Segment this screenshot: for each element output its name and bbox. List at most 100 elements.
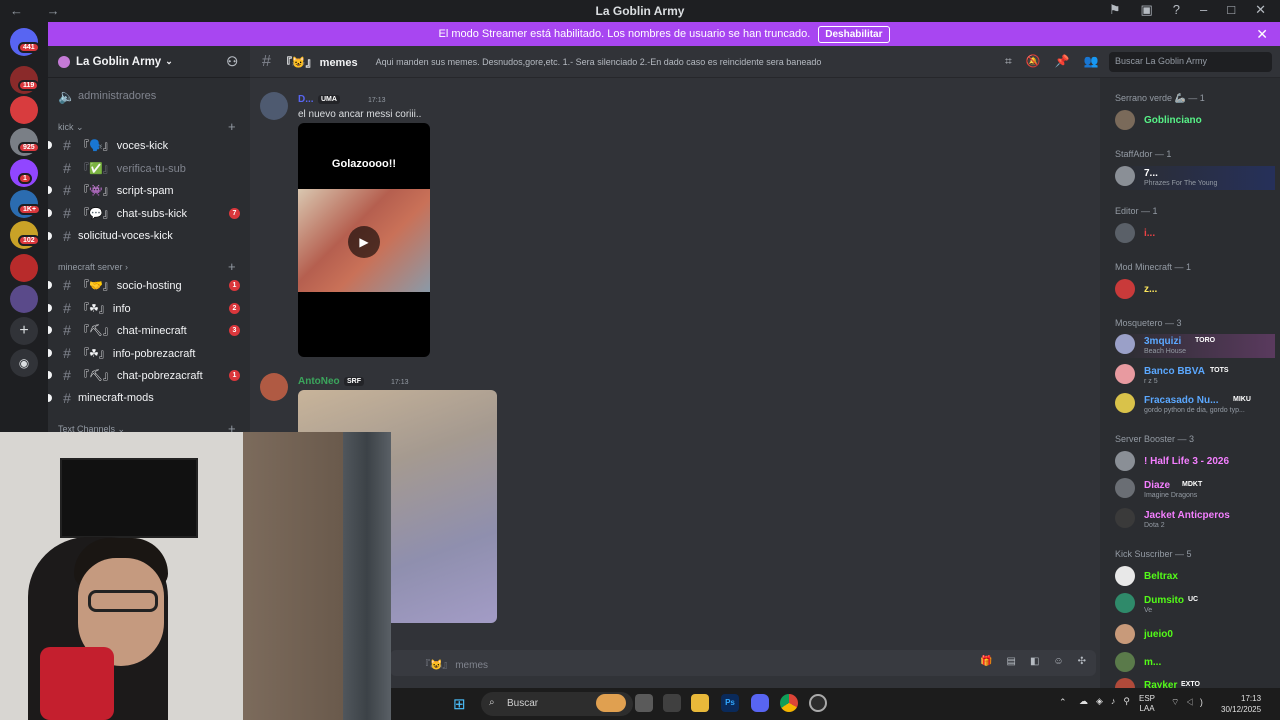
member-item[interactable]: 3mquizi TORO Beach House bbox=[1115, 334, 1275, 358]
channel-chat-minecraft[interactable]: # 『⛏』 chat-minecraft 3 bbox=[48, 320, 250, 340]
language-label: ESP bbox=[1139, 694, 1156, 703]
discover-icon[interactable]: ◉ bbox=[10, 349, 38, 377]
member-status: Dota 2 bbox=[1144, 522, 1165, 529]
avatar bbox=[1115, 652, 1135, 672]
threads-icon[interactable]: ⌗ bbox=[1005, 54, 1012, 69]
member-category: Serrano verde 🦾 — 1 bbox=[1115, 93, 1205, 103]
video-attachment[interactable]: Golazoooo!! ▶ bbox=[298, 123, 430, 357]
app-icon[interactable] bbox=[809, 694, 827, 712]
channel-label: 『👾』 script-spam bbox=[78, 185, 174, 197]
windows-start-icon[interactable]: ⊞ bbox=[453, 695, 466, 713]
pin-icon[interactable]: 📌 bbox=[1055, 54, 1070, 69]
member-item[interactable]: Diaze MDKT Imagine Dragons bbox=[1115, 478, 1275, 502]
avatar bbox=[1115, 334, 1135, 354]
member-item[interactable]: z... bbox=[1115, 279, 1275, 303]
gif-icon[interactable]: ▤ bbox=[1006, 656, 1015, 667]
message-input[interactable]: 『😺』 memes 🎁 ▤ ◧ ☺ ✣ bbox=[390, 650, 1096, 676]
channel-script-spam[interactable]: # 『👾』 script-spam bbox=[48, 180, 250, 200]
member-name: Diaze bbox=[1144, 480, 1171, 491]
member-item[interactable]: Beltrax bbox=[1115, 566, 1275, 590]
hash-icon: # bbox=[63, 367, 71, 383]
member-item[interactable]: Jacket Anticperos Dota 2 bbox=[1115, 508, 1275, 532]
channel-solicitud-voces-kick[interactable]: # solicitud-voces-kick bbox=[48, 226, 250, 246]
wifi-volume-icons[interactable]: ⌔◁) bbox=[1171, 697, 1209, 708]
category-text-channels[interactable]: Text Channels ⌄ + bbox=[58, 421, 236, 432]
category-minecraft-server[interactable]: minecraft server › + bbox=[58, 259, 236, 274]
channel-info[interactable]: # 『☘』 info 2 bbox=[48, 298, 250, 318]
member-item[interactable]: m... bbox=[1115, 652, 1275, 676]
close-icon[interactable]: ✕ bbox=[1256, 26, 1268, 43]
taskbar-clock[interactable]: 17:13 30/12/2025 bbox=[1221, 693, 1261, 715]
member-item[interactable]: ! Half Life 3 - 2026 bbox=[1115, 451, 1275, 475]
disable-streamer-button[interactable]: Deshabilitar bbox=[818, 25, 890, 43]
message-time: 17:13 bbox=[368, 97, 386, 104]
avatar bbox=[1115, 451, 1135, 471]
message-author[interactable]: D... bbox=[298, 94, 314, 105]
hash-icon: # bbox=[63, 137, 71, 153]
search-highlight-icon[interactable] bbox=[596, 694, 626, 712]
member-item[interactable]: Dumsito UC Ve bbox=[1115, 593, 1275, 617]
file-explorer-icon[interactable] bbox=[691, 694, 709, 712]
add-channel-icon[interactable]: + bbox=[228, 119, 236, 134]
hash-icon: # bbox=[63, 277, 71, 293]
screen-icon[interactable]: ▣ bbox=[1140, 2, 1152, 18]
help-icon[interactable]: ? bbox=[1173, 2, 1180, 18]
channel-topic[interactable]: Aqui manden sus memes. Desnudos,gore,etc… bbox=[376, 57, 822, 67]
add-channel-icon[interactable]: + bbox=[228, 421, 236, 432]
gift-icon[interactable]: 🎁 bbox=[980, 656, 992, 667]
member-category: Editor — 1 bbox=[1115, 206, 1158, 216]
chrome-icon[interactable] bbox=[780, 694, 798, 712]
avatar[interactable] bbox=[260, 92, 288, 120]
guild-icon[interactable] bbox=[10, 96, 38, 124]
window-titlebar: ← → La Goblin Army ⚑ ▣ ? – □ ✕ bbox=[0, 0, 1280, 22]
app-icon[interactable] bbox=[663, 694, 681, 712]
members-icon[interactable]: 👥 bbox=[1084, 54, 1099, 69]
emoji-icon[interactable]: ☺ bbox=[1053, 656, 1063, 667]
sticker-icon[interactable]: ◧ bbox=[1030, 656, 1039, 667]
task-view-icon[interactable] bbox=[635, 694, 653, 712]
message-author[interactable]: AntoNeo bbox=[298, 376, 340, 387]
member-status: Ve bbox=[1144, 607, 1153, 614]
guild-badge: 1K+ bbox=[18, 204, 42, 215]
member-name: Beltrax bbox=[1144, 571, 1178, 582]
add-channel-icon[interactable]: + bbox=[228, 259, 236, 274]
channel-info-pobrezacraft[interactable]: # 『☘』 info-pobrezacraft bbox=[48, 343, 250, 363]
maximize-icon[interactable]: □ bbox=[1227, 2, 1235, 18]
channel-header: # 『😺』 memes Aqui manden sus memes. Desnu… bbox=[250, 46, 1280, 78]
member-item[interactable]: Banco BBVA TOTS r z 5 bbox=[1115, 364, 1275, 388]
channel-chat-pobrezacraft[interactable]: # 『⛏』 chat-pobrezacraft 1 bbox=[48, 365, 250, 385]
message-text: el nuevo ancar messi coriii.. bbox=[298, 109, 422, 120]
channel-socio-hosting[interactable]: # 『🤝』 socio-hosting 1 bbox=[48, 275, 250, 295]
language-indicator[interactable]: ESP LAA bbox=[1139, 694, 1155, 714]
avatar[interactable] bbox=[260, 373, 288, 401]
webcam-overlay bbox=[0, 432, 391, 720]
apps-icon[interactable]: ✣ bbox=[1078, 656, 1086, 667]
channel-administradores[interactable]: 🔈 administradores bbox=[48, 86, 250, 106]
notifications-icon[interactable]: 🔕 bbox=[1026, 54, 1041, 69]
discord-taskbar-icon[interactable] bbox=[751, 694, 769, 712]
channel-voces-kick[interactable]: # 『🗣️』 voces-kick bbox=[48, 135, 250, 155]
search-input[interactable]: Buscar La Goblin Army bbox=[1109, 52, 1272, 72]
inbox-icon[interactable]: ⚑ bbox=[1109, 2, 1121, 18]
member-item[interactable]: i... bbox=[1115, 223, 1275, 247]
guild-icon[interactable] bbox=[10, 285, 38, 313]
add-server-icon[interactable]: + bbox=[10, 317, 38, 345]
channel-minecraft-mods[interactable]: # minecraft-mods bbox=[48, 388, 250, 408]
invite-icon[interactable]: ⚇ bbox=[226, 54, 238, 70]
photoshop-icon[interactable]: Ps bbox=[721, 694, 739, 712]
channel-verifica-tu-sub[interactable]: # 『✅』 verifica-tu-sub bbox=[48, 158, 250, 178]
server-header[interactable]: La Goblin Army ⌄ ⚇ bbox=[48, 46, 250, 78]
tray-icons[interactable]: ☁◈♪⚲ bbox=[1079, 696, 1138, 707]
member-item[interactable]: jueio0 bbox=[1115, 624, 1275, 648]
channel-chat-subs-kick[interactable]: # 『💬』 chat-subs-kick 7 bbox=[48, 203, 250, 223]
member-item[interactable]: 7... Phrazes For The Young bbox=[1115, 166, 1275, 190]
member-item[interactable]: Goblinciano bbox=[1115, 110, 1275, 134]
category-kick[interactable]: kick ⌄ + bbox=[58, 119, 236, 134]
guild-icon[interactable] bbox=[10, 254, 38, 282]
tray-overflow-icon[interactable]: ⌃ bbox=[1059, 697, 1067, 708]
close-icon[interactable]: ✕ bbox=[1255, 2, 1266, 18]
minimize-icon[interactable]: – bbox=[1200, 2, 1207, 18]
member-item[interactable]: Fracasado Nu... MIKU gordo python de dia… bbox=[1115, 393, 1275, 417]
member-name: Jacket Anticperos bbox=[1144, 510, 1230, 521]
play-icon[interactable]: ▶ bbox=[348, 226, 380, 258]
